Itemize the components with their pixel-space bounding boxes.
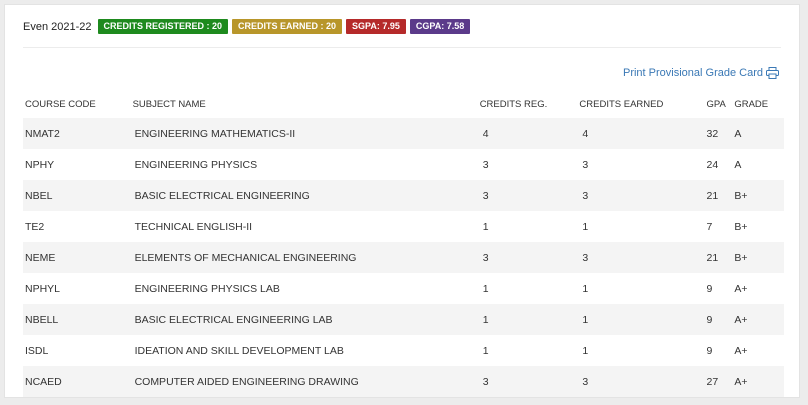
- cell-credits-reg: 1: [482, 344, 489, 357]
- cell-grade: B+: [734, 220, 748, 233]
- table-row: NPHYL ENGINEERING PHYSICS LAB 1 1 9 A+: [23, 273, 784, 304]
- cell-gpa: 9: [706, 313, 713, 326]
- cell-gpa: 9: [706, 344, 713, 357]
- table-row: NCAED COMPUTER AIDED ENGINEERING DRAWING 3…: [23, 366, 784, 397]
- table-row: ISDL IDEATION AND SKILL DEVELOPMENT LAB 1 1…: [23, 335, 784, 366]
- cell-credits-earned: 1: [582, 220, 589, 233]
- cell-credits-earned: 1: [582, 313, 589, 326]
- cell-course-code: NCAED: [25, 375, 62, 388]
- cell-subject-name: BASIC ELECTRICAL ENGINEERING: [134, 189, 310, 202]
- cell-credits-reg: 3: [482, 158, 489, 171]
- cell-subject-name: TECHNICAL ENGLISH-II: [134, 220, 253, 233]
- cell-credits-earned: 3: [582, 158, 589, 171]
- cell-grade: A+: [734, 375, 748, 388]
- cell-credits-reg: 1: [482, 313, 489, 326]
- table-row: NEME ELEMENTS OF MECHANICAL ENGINEERING 3 3…: [23, 242, 784, 273]
- table-row: NMAT2 ENGINEERING MATHEMATICS-II 4 4 32 A: [23, 118, 784, 149]
- cell-gpa: 32: [706, 127, 719, 140]
- cell-subject-name: ELEMENTS OF MECHANICAL ENGINEERING: [134, 251, 357, 264]
- divider: [23, 47, 781, 48]
- cell-subject-name: ENGINEERING MATHEMATICS-II: [134, 127, 296, 140]
- cell-credits-earned: 1: [582, 344, 589, 357]
- cell-grade: A: [734, 127, 742, 140]
- header-gpa: GPA: [706, 99, 726, 110]
- cell-grade: B+: [734, 189, 748, 202]
- printer-icon[interactable]: [766, 67, 779, 79]
- semester-label: Even 2021-22: [23, 20, 92, 33]
- header-subject-name: SUBJECT NAME: [132, 99, 206, 110]
- table-row: NBEL BASIC ELECTRICAL ENGINEERING 3 3 21 B+: [23, 180, 784, 211]
- cell-subject-name: ENGINEERING PHYSICS LAB: [134, 282, 280, 295]
- cell-credits-reg: 1: [482, 220, 489, 233]
- cell-subject-name: ENGINEERING PHYSICS: [134, 158, 258, 171]
- cell-course-code: NBELL: [25, 313, 59, 326]
- cell-credits-earned: 3: [582, 189, 589, 202]
- cgpa-badge: CGPA: 7.58: [409, 19, 471, 34]
- grades-table: COURSE CODE SUBJECT NAME CREDITS REG. CR…: [23, 91, 784, 397]
- header-course-code: COURSE CODE: [25, 99, 96, 110]
- header-credits-earned: CREDITS EARNED: [579, 99, 664, 110]
- cell-credits-earned: 1: [582, 282, 589, 295]
- cell-subject-name: BASIC ELECTRICAL ENGINEERING LAB: [134, 313, 333, 326]
- table-header-row: COURSE CODE SUBJECT NAME CREDITS REG. CR…: [23, 91, 784, 118]
- cell-course-code: NPHY: [25, 158, 55, 171]
- header-credits-reg: CREDITS REG.: [479, 99, 548, 110]
- cell-course-code: NBEL: [25, 189, 53, 202]
- header-grade: GRADE: [734, 99, 769, 110]
- print-grade-card-link[interactable]: Print Provisional Grade Card: [623, 67, 779, 79]
- cell-credits-earned: 4: [582, 127, 589, 140]
- cell-grade: A+: [734, 313, 748, 326]
- sgpa-badge: SGPA: 7.95: [346, 19, 406, 34]
- cell-course-code: NEME: [25, 251, 56, 264]
- cell-subject-name: IDEATION AND SKILL DEVELOPMENT LAB: [134, 344, 344, 357]
- cell-gpa: 9: [706, 282, 713, 295]
- cell-credits-reg: 3: [482, 375, 489, 388]
- cell-course-code: TE2: [25, 220, 45, 233]
- table-body: NMAT2 ENGINEERING MATHEMATICS-II 4 4 32 A NPHY…: [23, 118, 784, 397]
- cell-gpa: 21: [706, 189, 719, 202]
- cell-grade: A+: [734, 344, 748, 357]
- cell-grade: A+: [734, 282, 748, 295]
- cell-credits-earned: 3: [582, 251, 589, 264]
- cell-gpa: 21: [706, 251, 719, 264]
- table-row: NPHY ENGINEERING PHYSICS 3 3 24 A: [23, 149, 784, 180]
- print-link-label[interactable]: Print Provisional Grade Card: [623, 67, 763, 79]
- cell-course-code: ISDL: [25, 344, 49, 357]
- cell-subject-name: COMPUTER AIDED ENGINEERING DRAWING: [134, 375, 359, 388]
- cell-credits-earned: 3: [582, 375, 589, 388]
- credits-registered-badge: CREDITS REGISTERED : 20: [97, 19, 229, 34]
- cell-credits-reg: 4: [482, 127, 489, 140]
- cell-credits-reg: 1: [482, 282, 489, 295]
- cell-course-code: NMAT2: [25, 127, 60, 140]
- cell-grade: A: [734, 158, 742, 171]
- cell-gpa: 24: [706, 158, 719, 171]
- cell-gpa: 27: [706, 375, 719, 388]
- cell-grade: B+: [734, 251, 748, 264]
- table-row: NBELL BASIC ELECTRICAL ENGINEERING LAB 1 1 9…: [23, 304, 784, 335]
- semester-summary: Even 2021-22 CREDITS REGISTERED : 20 CRE…: [23, 19, 471, 34]
- table-row: TE2 TECHNICAL ENGLISH-II 1 1 7 B+: [23, 211, 784, 242]
- credits-earned-badge: CREDITS EARNED : 20: [232, 19, 343, 34]
- cell-gpa: 7: [706, 220, 713, 233]
- cell-credits-reg: 3: [482, 189, 489, 202]
- cell-course-code: NPHYL: [25, 282, 61, 295]
- cell-credits-reg: 3: [482, 251, 489, 264]
- grade-card-panel: Even 2021-22 CREDITS REGISTERED : 20 CRE…: [4, 4, 800, 398]
